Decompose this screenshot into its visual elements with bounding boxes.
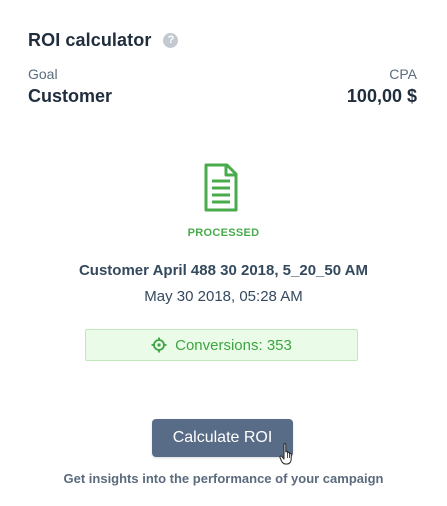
goal-label: Goal [28,66,58,82]
status-label: PROCESSED [187,227,260,239]
goal-value: Customer [28,86,113,106]
hint-text: Get insights into the performance of you… [63,471,384,486]
calculate-roi-button[interactable]: Calculate ROI [152,419,293,457]
cpa-value: 100,00 $ [346,86,417,106]
page-title: ROI calculator [28,30,152,50]
cpa-label: CPA [389,66,417,82]
record-date: May 30 2018, 05:28 AM [144,288,303,305]
header: ROI calculator ? [28,30,179,51]
roi-calculator-card: ROI calculator ? Goal CPA Customer 100,0… [0,0,447,506]
crosshair-icon [151,337,167,353]
conversions-text: Conversions: 353 [175,336,292,354]
record-name: Customer April 488 30 2018, 5_20_50 AM [78,262,369,279]
document-icon [204,163,238,212]
conversions-badge: Conversions: 353 [85,329,358,361]
question-icon[interactable]: ? [163,33,179,48]
